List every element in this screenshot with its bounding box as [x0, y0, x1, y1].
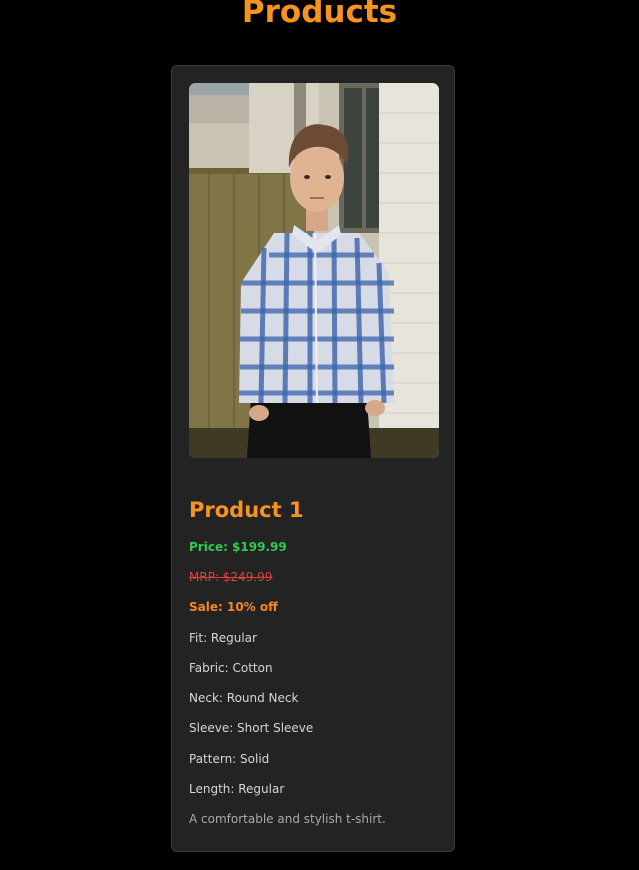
page-title: Products: [241, 0, 398, 30]
fit-text: Fit: Regular: [189, 631, 257, 645]
product-description: A comfortable and stylish t-shirt.: [189, 812, 386, 826]
product-image[interactable]: [189, 83, 439, 458]
neck-text: Neck: Round Neck: [189, 691, 299, 705]
length-text: Length: Regular: [189, 782, 285, 796]
sleeve-text: Sleeve: Short Sleeve: [189, 721, 314, 735]
fabric-text: Fabric: Cotton: [189, 661, 273, 675]
mrp-text: MRP: $249.99: [189, 570, 273, 584]
price-text: Price: $199.99: [189, 540, 287, 554]
sale-text: Sale: 10% off: [189, 600, 278, 614]
pattern-text: Pattern: Solid: [189, 752, 270, 766]
product-card[interactable]: Product 1 Price: $199.99 MRP: $249.99 Sa…: [171, 65, 455, 852]
product-name: Product 1: [189, 498, 304, 522]
